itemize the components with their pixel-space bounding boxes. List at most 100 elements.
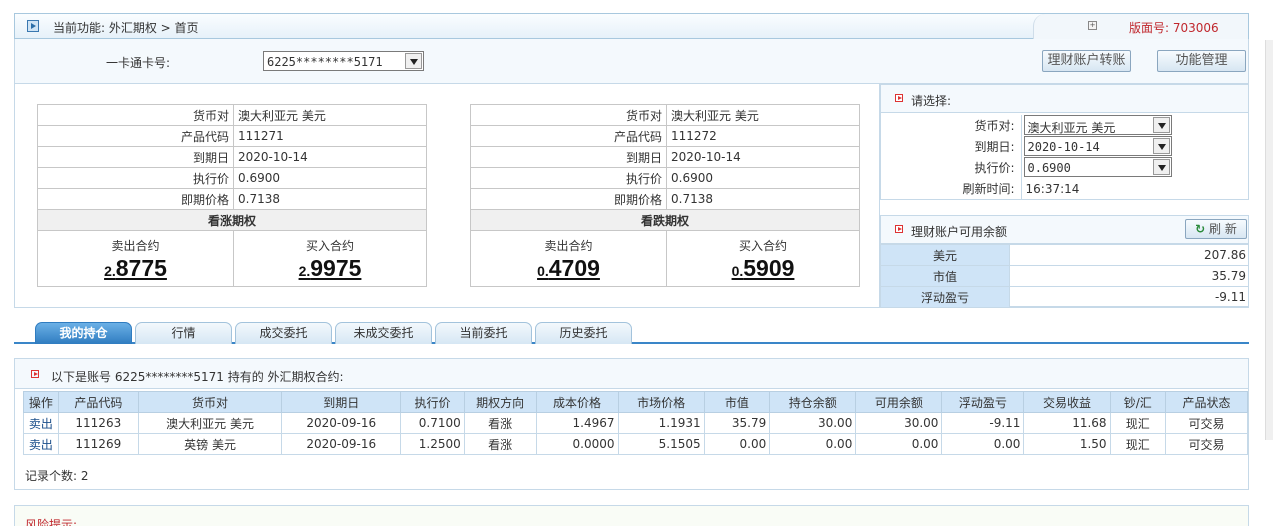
- tab-2[interactable]: 成交委托: [235, 322, 332, 344]
- table-cell: 111263: [57, 412, 139, 434]
- table-row: 卖出 111269 英镑 美元 2020-09-16 1.2500 看涨 0.0000 5.1…: [23, 433, 1249, 455]
- table-cell: 11.68: [1023, 412, 1111, 434]
- table-cell: 35.79: [703, 412, 771, 434]
- refresh-time-value: 16:37:14: [1025, 181, 1080, 196]
- sell-link[interactable]: 卖出: [29, 417, 53, 431]
- call-sell-cell[interactable]: 卖出合约 2.8775: [37, 230, 234, 287]
- put-option-table: 货币对 澳大利亚元 美元 产品代码 111272 到期日 2020-10-14 执行价 0.6…: [470, 104, 860, 287]
- refresh-time-label: 刷新时间:: [881, 178, 1022, 199]
- put-field-label: 货币对: [470, 104, 667, 126]
- table-cell: 2020-09-16: [281, 433, 402, 455]
- card-select-value: 6225********5171: [267, 55, 383, 69]
- chevron-down-icon[interactable]: [1152, 138, 1170, 154]
- call-field-label: 即期价格: [37, 188, 234, 210]
- tab-1[interactable]: 行情: [135, 322, 232, 344]
- chevron-down-icon[interactable]: [1152, 117, 1170, 133]
- column-header: 到期日: [281, 391, 402, 413]
- table-cell: 5.1505: [617, 433, 705, 455]
- put-row: 即期价格 0.7138: [470, 188, 860, 210]
- put-sell-cell[interactable]: 卖出合约 0.4709: [470, 230, 667, 287]
- table-cell: 现汇: [1109, 412, 1166, 434]
- selection-panel: 请选择: 货币对: 澳大利亚元 美元 到期日: 2020-10-14 执行价: 0.6…: [880, 84, 1249, 200]
- call-title: 看涨期权: [37, 209, 427, 231]
- arrow-icon: [895, 225, 903, 233]
- balance-row: 浮动盈亏 -9.11: [880, 286, 1249, 308]
- column-header: 期权方向: [463, 391, 537, 413]
- put-sell-price[interactable]: 0.4709: [537, 255, 600, 282]
- record-count: 记录个数: 2: [25, 469, 89, 483]
- balance-row: 美元 207.86: [880, 244, 1249, 266]
- selection-title: 请选择:: [911, 94, 952, 108]
- version-label: 版面号: 703006: [1129, 21, 1219, 35]
- balance-title: 理财账户可用余额: [911, 225, 1008, 239]
- call-row: 即期价格 0.7138: [37, 188, 427, 210]
- strike-label: 执行价:: [881, 157, 1022, 178]
- table-cell: 111269: [57, 433, 139, 455]
- pair-select[interactable]: 澳大利亚元 美元: [1023, 115, 1172, 135]
- date-select[interactable]: 2020-10-14: [1023, 136, 1172, 156]
- column-header: 钞/汇: [1109, 391, 1166, 413]
- date-select-value: 2020-10-14: [1027, 140, 1100, 154]
- quote-panel: 货币对 澳大利亚元 美元 产品代码 111271 到期日 2020-10-14 执行价 0.6…: [14, 84, 880, 308]
- balance-value: -9.11: [1009, 286, 1249, 308]
- column-header: 执行价: [400, 391, 465, 413]
- sell-link[interactable]: 卖出: [29, 438, 53, 452]
- put-field-value: 0.6900: [666, 167, 860, 189]
- scrollbar[interactable]: [1265, 40, 1273, 440]
- put-row: 产品代码 111272: [470, 125, 860, 147]
- balance-label: 浮动盈亏: [880, 286, 1010, 308]
- column-header: 市值: [703, 391, 771, 413]
- card-select[interactable]: 6225********5171: [263, 51, 424, 71]
- call-option-table: 货币对 澳大利亚元 美元 产品代码 111271 到期日 2020-10-14 执行价 0.6…: [37, 104, 427, 287]
- tab-5[interactable]: 历史委托: [535, 322, 632, 344]
- call-buy-price[interactable]: 2.9975: [299, 255, 362, 282]
- holdings-caption: 以下是账号 6225********5171 持有的 外汇期权合约:: [51, 370, 344, 384]
- table-cell: 看涨: [463, 433, 537, 455]
- call-field-value: 0.6900: [233, 167, 427, 189]
- tab-3[interactable]: 未成交委托: [335, 322, 432, 344]
- put-field-value: 0.7138: [666, 188, 860, 210]
- call-field-label: 到期日: [37, 146, 234, 168]
- table-cell: 澳大利亚元 美元: [137, 412, 283, 434]
- call-buy-label: 买入合约: [305, 239, 354, 253]
- tab-4[interactable]: 当前委托: [435, 322, 532, 344]
- chevron-down-icon[interactable]: [1152, 159, 1170, 175]
- put-buy-price[interactable]: 0.5909: [732, 255, 795, 282]
- arrow-icon: [31, 370, 39, 378]
- table-cell: 1.50: [1023, 433, 1111, 455]
- strike-select[interactable]: 0.6900: [1023, 157, 1172, 177]
- version-tab: + 版面号: 703006: [1033, 14, 1248, 39]
- table-cell: 英镑 美元: [137, 433, 283, 455]
- balance-value: 207.86: [1009, 244, 1249, 266]
- table-cell: 2020-09-16: [281, 412, 402, 434]
- toggle-icon[interactable]: +: [1088, 21, 1097, 30]
- call-row: 货币对 澳大利亚元 美元: [37, 104, 427, 126]
- transfer-button[interactable]: 理财账户转账: [1042, 50, 1131, 72]
- tab-0[interactable]: 我的持仓: [35, 322, 132, 344]
- call-field-value: 0.7138: [233, 188, 427, 210]
- put-field-label: 到期日: [470, 146, 667, 168]
- risk-label: 风险提示:: [25, 518, 78, 526]
- call-sell-price[interactable]: 2.8775: [104, 255, 167, 282]
- call-buy-cell[interactable]: 买入合约 2.9975: [233, 230, 427, 287]
- balance-value: 35.79: [1009, 265, 1249, 287]
- refresh-button[interactable]: ↻ 刷 新: [1185, 219, 1247, 239]
- put-title: 看跌期权: [470, 209, 860, 231]
- table-cell: 0.00: [941, 433, 1025, 455]
- put-row: 执行价 0.6900: [470, 167, 860, 189]
- breadcrumb: 当前功能: 外汇期权 > 首页: [53, 21, 199, 35]
- table-cell: 0.0000: [535, 433, 619, 455]
- table-row: 卖出 111263 澳大利亚元 美元 2020-09-16 0.7100 看涨 1.4967…: [23, 412, 1249, 434]
- put-buy-cell[interactable]: 买入合约 0.5909: [666, 230, 860, 287]
- chevron-down-icon[interactable]: [405, 53, 422, 69]
- column-header: 货币对: [137, 391, 283, 413]
- call-field-label: 货币对: [37, 104, 234, 126]
- table-cell: 可交易: [1164, 412, 1249, 434]
- call-row: 到期日 2020-10-14: [37, 146, 427, 168]
- column-header: 持仓余额: [769, 391, 857, 413]
- table-cell: 0.7100: [400, 412, 465, 434]
- table-cell: 1.2500: [400, 433, 465, 455]
- function-manage-button[interactable]: 功能管理: [1157, 50, 1246, 72]
- risk-panel: 风险提示:: [14, 505, 1249, 526]
- put-field-label: 产品代码: [470, 125, 667, 147]
